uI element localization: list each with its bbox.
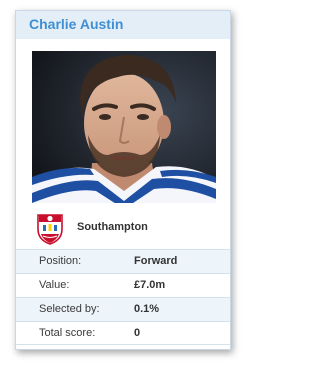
stat-label: Total score: xyxy=(39,327,96,339)
stat-label: Selected by: xyxy=(39,303,100,315)
stats-table: Position: Forward Value: £7.0m Selected … xyxy=(16,249,230,345)
stat-row-total-score: Total score: 0 xyxy=(16,321,230,345)
stat-value: £7.0m xyxy=(134,279,166,291)
player-photo xyxy=(32,51,216,203)
stat-label: Position: xyxy=(39,255,82,267)
player-name[interactable]: Charlie Austin xyxy=(29,16,123,32)
stat-row-value: Value: £7.0m xyxy=(16,273,230,297)
player-photo-image xyxy=(32,51,216,203)
player-card: Charlie Austin Southampton Position: For… xyxy=(15,10,231,350)
club-name[interactable]: Southampton xyxy=(77,221,148,233)
stat-value: 0.1% xyxy=(134,303,160,315)
club-row: Southampton xyxy=(16,209,230,247)
stat-row-position: Position: Forward xyxy=(16,249,230,273)
stat-row-selected-by: Selected by: 0.1% xyxy=(16,297,230,321)
card-header: Charlie Austin xyxy=(16,11,230,39)
stat-value: 0 xyxy=(134,327,141,339)
stat-label: Value: xyxy=(39,279,70,291)
stat-value: Forward xyxy=(134,255,178,267)
southampton-crest-icon xyxy=(37,214,63,245)
